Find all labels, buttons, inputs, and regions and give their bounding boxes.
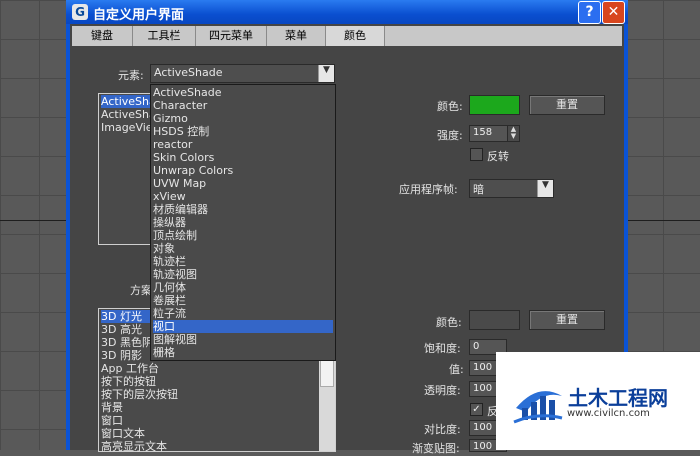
- help-button[interactable]: ?: [578, 1, 601, 24]
- value-value: 100: [473, 362, 493, 373]
- watermark-url: www.civilcn.com: [567, 408, 650, 419]
- watermark-logo-icon: [513, 391, 563, 424]
- list-item[interactable]: 窗口文本: [101, 427, 145, 440]
- scheme-checkbox[interactable]: ✓: [470, 403, 483, 416]
- window-title: 自定义用户界面: [93, 8, 185, 23]
- gradient-value: 100: [473, 441, 493, 452]
- app-icon: G: [72, 4, 88, 20]
- list-item[interactable]: 背景: [101, 401, 123, 414]
- element-dropdown-value: ActiveShade: [154, 66, 223, 79]
- elements-listbox[interactable]: ActiveShade ActiveShade ImageView: [98, 93, 169, 245]
- watermark-name: 土木工程网: [568, 386, 668, 410]
- list-item[interactable]: 3D 阴影: [101, 349, 142, 362]
- dropdown-option[interactable]: 轨迹视图: [153, 268, 333, 281]
- list-item[interactable]: ActiveShade: [101, 95, 169, 108]
- color-swatch[interactable]: [469, 95, 520, 115]
- transparency-label: 透明度:: [424, 384, 461, 397]
- intensity-label: 强度:: [437, 129, 463, 142]
- dropdown-option[interactable]: ActiveShade: [153, 86, 333, 99]
- list-item[interactable]: 3D 灯光: [101, 310, 151, 323]
- scheme-color-label: 颜色:: [436, 316, 462, 329]
- dropdown-option[interactable]: 顶点绘制: [153, 229, 333, 242]
- dropdown-option[interactable]: Unwrap Colors: [153, 164, 333, 177]
- value-label: 值:: [449, 363, 464, 376]
- close-button[interactable]: ✕: [602, 1, 625, 24]
- saturation-label: 饱和度:: [424, 342, 461, 355]
- dropdown-option[interactable]: 材质编辑器: [153, 203, 333, 216]
- dropdown-option[interactable]: Skin Colors: [153, 151, 333, 164]
- scheme-reset-button[interactable]: 重置: [529, 310, 605, 330]
- tab-quad-menus[interactable]: 四元菜单: [196, 26, 267, 46]
- transparency-value: 100: [473, 383, 493, 394]
- element-label: 元素:: [118, 69, 144, 82]
- dropdown-option[interactable]: Gizmo: [153, 112, 333, 125]
- list-item[interactable]: 按下的层次按钮: [101, 388, 178, 401]
- spinner-arrows-icon[interactable]: ▲ ▼: [507, 126, 519, 141]
- dropdown-option[interactable]: UVW Map: [153, 177, 333, 190]
- dropdown-option[interactable]: 卷展栏: [153, 294, 333, 307]
- intensity-value: 158: [473, 127, 493, 138]
- dropdown-option[interactable]: Character: [153, 99, 333, 112]
- list-item[interactable]: 3D 高光: [101, 323, 142, 336]
- scheme-color-swatch[interactable]: [469, 310, 520, 330]
- list-item[interactable]: 高亮显示文本: [101, 440, 167, 453]
- dropdown-option[interactable]: HSDS 控制: [153, 125, 333, 138]
- invert-label: 反转: [487, 150, 509, 163]
- list-item[interactable]: 3D 黑色阴: [101, 336, 153, 349]
- tab-colors[interactable]: 颜色: [326, 26, 385, 46]
- tab-menus[interactable]: 菜单: [267, 26, 326, 46]
- contrast-value: 100: [473, 422, 493, 433]
- element-dropdown-list[interactable]: ActiveShade Character Gizmo HSDS 控制 reac…: [150, 84, 336, 361]
- dropdown-option[interactable]: 对象: [153, 242, 333, 255]
- tab-keyboard[interactable]: 键盘: [72, 26, 133, 46]
- contrast-label: 对比度:: [424, 423, 461, 436]
- saturation-value: 0: [473, 341, 480, 352]
- app-frame-dropdown[interactable]: 暗 ▼: [469, 179, 554, 198]
- app-frame-label: 应用程序帧:: [399, 183, 458, 196]
- invert-checkbox[interactable]: [470, 148, 483, 161]
- dropdown-option-selected[interactable]: 视口: [153, 320, 333, 333]
- tab-toolbars[interactable]: 工具栏: [133, 26, 196, 46]
- dropdown-option[interactable]: 操纵器: [153, 216, 333, 229]
- list-item[interactable]: App 工作台: [101, 362, 159, 375]
- intensity-spinner[interactable]: 158 ▲ ▼: [469, 125, 520, 142]
- dropdown-option[interactable]: xView: [153, 190, 333, 203]
- gradient-label: 渐变贴图:: [412, 442, 460, 455]
- list-item[interactable]: 按下的按钮: [101, 375, 156, 388]
- reset-button[interactable]: 重置: [529, 95, 605, 115]
- list-item[interactable]: 窗口: [101, 414, 123, 427]
- tab-bar: 键盘 工具栏 四元菜单 菜单 颜色: [72, 26, 622, 46]
- chevron-down-icon[interactable]: ▼: [537, 180, 553, 197]
- title-bar[interactable]: G 自定义用户界面 ? ✕: [66, 0, 628, 24]
- dropdown-option[interactable]: 轨迹栏: [153, 255, 333, 268]
- color-label: 颜色:: [437, 100, 463, 113]
- dropdown-option[interactable]: 栅格: [153, 346, 333, 359]
- app-frame-value: 暗: [473, 183, 484, 196]
- dropdown-option[interactable]: 几何体: [153, 281, 333, 294]
- scheme-label: 方案: [130, 284, 152, 297]
- dropdown-option[interactable]: reactor: [153, 138, 333, 151]
- dropdown-option[interactable]: 粒子流: [153, 307, 333, 320]
- element-dropdown[interactable]: ActiveShade ▼: [150, 64, 335, 83]
- chevron-down-icon[interactable]: ▼: [318, 65, 334, 82]
- dropdown-option[interactable]: 图解视图: [153, 333, 333, 346]
